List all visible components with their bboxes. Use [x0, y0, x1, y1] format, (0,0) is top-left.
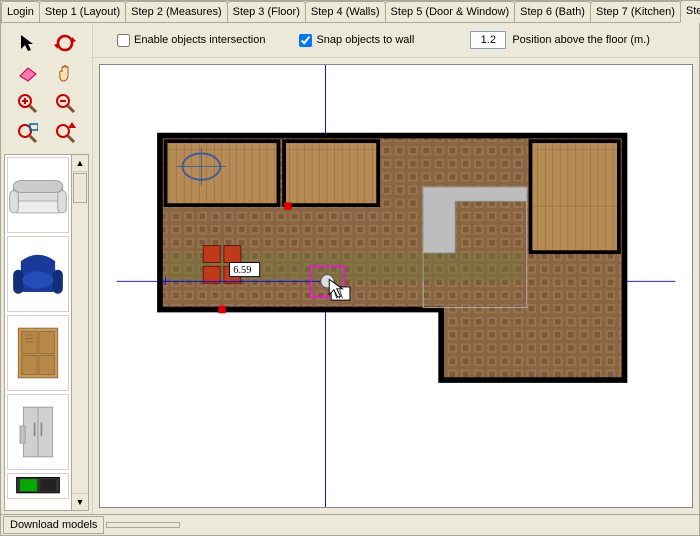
- enable-intersection-checkbox[interactable]: Enable objects intersection: [117, 34, 265, 47]
- tab-label: Step 5 (Door & Window): [391, 6, 510, 18]
- furniture-item-cabinet[interactable]: [7, 315, 69, 391]
- zoom-reset-icon: [54, 122, 76, 144]
- tab-step1[interactable]: Step 1 (Layout): [39, 1, 126, 22]
- tab-label: Login: [7, 6, 34, 18]
- tab-step7[interactable]: Step 7 (Kitchen): [590, 1, 681, 22]
- floorplan-svg: 6.59: [100, 65, 692, 507]
- furniture-item-tv[interactable]: [7, 473, 69, 499]
- position-input[interactable]: 1.2: [470, 31, 506, 49]
- position-value: 1.2: [481, 34, 496, 46]
- canvas-viewport[interactable]: 6.59: [99, 64, 693, 508]
- snap-to-wall-checkbox[interactable]: Snap objects to wall: [299, 34, 414, 47]
- furniture-item-armchair[interactable]: [7, 236, 69, 312]
- tab-label: Step 8 (Furniturs): [686, 5, 700, 17]
- main-body: ▲ ▼ Enable objects intersection Snap obj…: [1, 23, 699, 514]
- pan-tool[interactable]: [50, 60, 80, 86]
- tab-label: Step 1 (Layout): [45, 6, 120, 18]
- tab-label: Step 3 (Floor): [233, 6, 300, 18]
- furniture-item-fridge[interactable]: [7, 394, 69, 470]
- status-progress: [106, 522, 180, 528]
- tab-login[interactable]: Login: [1, 1, 40, 22]
- tab-step3[interactable]: Step 3 (Floor): [227, 1, 306, 22]
- eraser-icon: [16, 64, 38, 82]
- step-tabs: Login Step 1 (Layout) Step 2 (Measures) …: [1, 1, 699, 23]
- tool-buttons: [4, 26, 89, 152]
- status-bar: Download models: [1, 514, 699, 535]
- tab-step4[interactable]: Step 4 (Walls): [305, 1, 386, 22]
- zoom-region-tool[interactable]: [12, 120, 42, 146]
- eraser-tool[interactable]: [12, 60, 42, 86]
- scroll-up-button[interactable]: ▲: [72, 155, 88, 172]
- fridge-icon: [8, 395, 68, 469]
- application-window: Login Step 1 (Layout) Step 2 (Measures) …: [0, 0, 700, 536]
- furniture-items: [4, 154, 71, 511]
- furniture-item-sofa[interactable]: [7, 157, 69, 233]
- tab-label: Step 6 (Bath): [520, 6, 585, 18]
- tab-label: Step 4 (Walls): [311, 6, 380, 18]
- rotate-tool[interactable]: [50, 30, 80, 56]
- enable-intersection-input[interactable]: [117, 34, 130, 47]
- cabinet-icon: [8, 316, 68, 390]
- tab-step6[interactable]: Step 6 (Bath): [514, 1, 591, 22]
- tab-step5[interactable]: Step 5 (Door & Window): [385, 1, 516, 22]
- zoom-region-icon: [16, 122, 38, 144]
- furniture-scrollbar[interactable]: ▲ ▼: [71, 154, 89, 511]
- armchair-icon: [8, 237, 68, 311]
- tab-label: Step 2 (Measures): [131, 6, 221, 18]
- furniture-list: ▲ ▼: [4, 154, 89, 511]
- snap-to-wall-label: Snap objects to wall: [316, 34, 414, 46]
- main-panel: Enable objects intersection Snap objects…: [93, 23, 699, 514]
- tab-label: Step 7 (Kitchen): [596, 6, 675, 18]
- zoom-in-tool[interactable]: [12, 90, 42, 116]
- download-models-button[interactable]: Download models: [3, 516, 104, 534]
- left-palette: ▲ ▼: [1, 23, 93, 514]
- scroll-thumb[interactable]: [73, 173, 87, 203]
- position-label: Position above the floor (m.): [512, 34, 650, 46]
- sofa-icon: [8, 158, 68, 232]
- floorplan-canvas[interactable]: 6.59: [100, 65, 692, 507]
- scroll-down-button[interactable]: ▼: [72, 493, 88, 510]
- download-models-label: Download models: [10, 519, 97, 531]
- options-toolbar: Enable objects intersection Snap objects…: [93, 23, 699, 58]
- tab-step2[interactable]: Step 2 (Measures): [125, 1, 227, 22]
- zoom-reset-tool[interactable]: [50, 120, 80, 146]
- snap-to-wall-input[interactable]: [299, 34, 312, 47]
- zoom-in-icon: [16, 92, 38, 114]
- tv-icon: [8, 474, 68, 498]
- tab-step8[interactable]: Step 8 (Furniturs): [680, 0, 700, 23]
- pointer-tool[interactable]: [12, 30, 42, 56]
- zoom-out-icon: [54, 92, 76, 114]
- pointer-icon: [17, 33, 37, 53]
- enable-intersection-label: Enable objects intersection: [134, 34, 265, 46]
- hand-icon: [54, 63, 76, 83]
- rotate-icon: [54, 33, 76, 53]
- measure-value: 6.59: [233, 265, 251, 276]
- zoom-out-tool[interactable]: [50, 90, 80, 116]
